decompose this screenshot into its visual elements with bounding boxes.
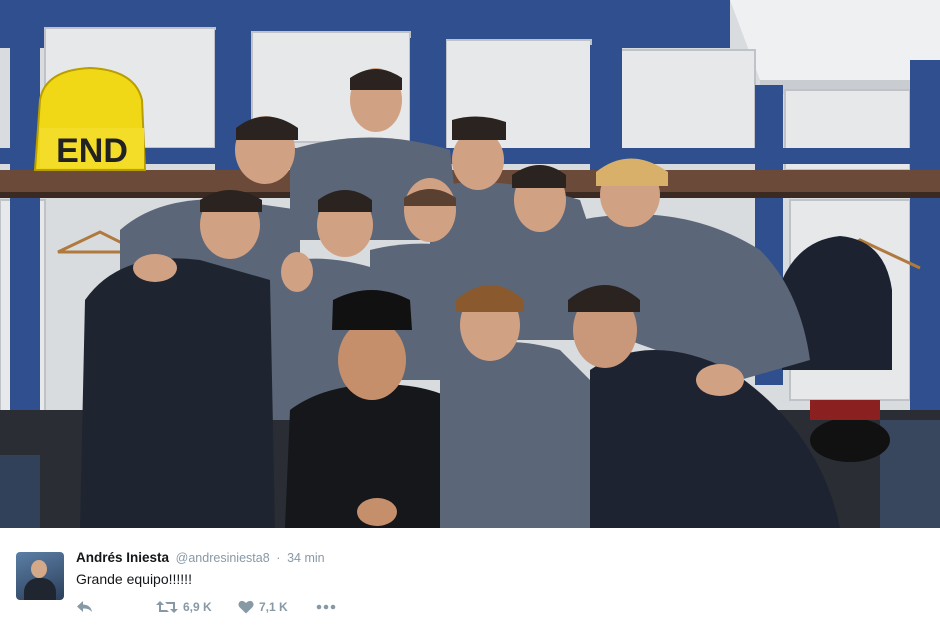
avatar-head-shape — [31, 560, 47, 578]
tweet-photo[interactable]: END — [0, 0, 940, 528]
like-button[interactable]: 7,1 K — [238, 600, 316, 614]
user-handle[interactable]: @andresiniesta8 — [176, 551, 270, 565]
more-button[interactable] — [316, 604, 336, 610]
tweet-text: Grande equipo!!!!!! — [76, 571, 192, 587]
heart-icon — [238, 600, 254, 614]
retweet-icon — [156, 601, 178, 613]
team-photo-image: END — [0, 0, 940, 528]
reply-icon — [77, 601, 92, 612]
retweet-button[interactable]: 6,9 K — [156, 600, 238, 614]
avatar[interactable] — [16, 552, 64, 600]
tweet-card: Andrés Iniesta @andresiniesta8 · 34 min … — [0, 528, 940, 634]
tweet-actions: 6,9 K 7,1 K — [76, 598, 336, 616]
display-name[interactable]: Andrés Iniesta — [76, 550, 169, 565]
timestamp[interactable]: 34 min — [287, 551, 325, 565]
bag-label: END — [56, 132, 128, 170]
avatar-body-shape — [24, 578, 56, 600]
more-icon — [316, 604, 336, 610]
reply-button[interactable] — [76, 600, 156, 614]
retweet-count: 6,9 K — [183, 600, 212, 614]
like-count: 7,1 K — [259, 600, 288, 614]
tweet-header: Andrés Iniesta @andresiniesta8 · 34 min — [76, 550, 325, 566]
separator: · — [276, 551, 281, 565]
